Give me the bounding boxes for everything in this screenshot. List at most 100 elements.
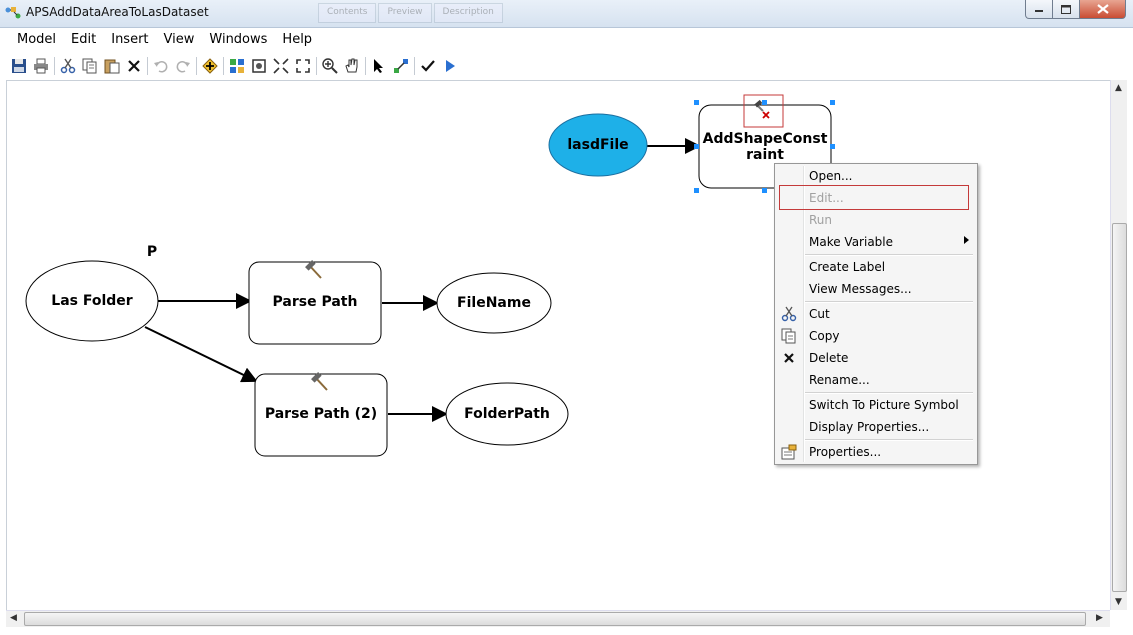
fixed-zoom-out-button[interactable] (292, 55, 314, 77)
menu-item-cut[interactable]: Cut (775, 303, 977, 325)
close-icon (1096, 4, 1109, 14)
copy-button[interactable] (79, 55, 101, 77)
connect-button[interactable] (390, 55, 412, 77)
auto-layout-button[interactable] (226, 55, 248, 77)
save-button[interactable] (8, 55, 30, 77)
menu-item-display-properties[interactable]: Display Properties... (775, 416, 977, 438)
addshape-label-line1[interactable]: AddShapeConst (699, 131, 831, 147)
pan-button[interactable] (341, 55, 363, 77)
menu-edit[interactable]: Edit (61, 29, 101, 51)
scroll-right-icon[interactable]: ▶ (1096, 613, 1103, 623)
menu-item-label: Switch To Picture Symbol (809, 398, 959, 412)
parse-path-label[interactable]: Parse Path (249, 287, 381, 317)
fixed-zoom-in-icon (273, 58, 289, 74)
menu-item-run: Run (775, 209, 977, 231)
toolbar-separator (196, 57, 197, 75)
title-bar[interactable]: APSAddDataAreaToLasDataset Contents Prev… (0, 0, 1133, 28)
save-icon (12, 59, 26, 73)
menu-item-delete[interactable]: Delete (775, 347, 977, 369)
menu-item-label: Display Properties... (809, 420, 930, 434)
menu-model[interactable]: Model (8, 29, 61, 51)
select-button[interactable] (368, 55, 390, 77)
context-menu: Open... Edit... Run Make Variable Create… (774, 163, 978, 465)
menu-item-create-label[interactable]: Create Label (775, 256, 977, 278)
delete-button[interactable] (123, 55, 145, 77)
print-icon (34, 58, 48, 74)
menu-item-copy[interactable]: Copy (775, 325, 977, 347)
toolbar-separator (414, 57, 415, 75)
horizontal-scroll-thumb[interactable] (24, 612, 1086, 626)
add-data-icon (202, 58, 218, 74)
model-builder-app-icon (5, 7, 21, 19)
vertical-scrollbar[interactable]: ▲ ▼ (1110, 80, 1127, 610)
properties-icon (781, 444, 797, 460)
vertical-scroll-thumb[interactable] (1112, 223, 1127, 592)
zoom-in-button[interactable] (319, 55, 341, 77)
menu-item-label: Edit... (809, 191, 844, 205)
copy-icon (82, 58, 97, 74)
redo-icon (176, 61, 190, 73)
menu-item-properties[interactable]: Properties... (775, 441, 977, 463)
folderpath-label[interactable]: FolderPath (446, 398, 568, 430)
menu-item-label: Rename... (809, 373, 870, 387)
copy-icon (781, 328, 796, 344)
full-extent-icon (252, 59, 266, 73)
fixed-zoom-in-button[interactable] (270, 55, 292, 77)
fixed-zoom-out-icon (296, 59, 310, 73)
full-extent-button[interactable] (248, 55, 270, 77)
select-icon (374, 59, 383, 73)
horizontal-scrollbar[interactable]: ◀ ▶ (6, 610, 1110, 627)
parse-path-2-label[interactable]: Parse Path (2) (255, 399, 387, 429)
ghost-tab: Contents (318, 3, 377, 23)
validate-button[interactable] (417, 55, 439, 77)
lasdfile-label[interactable]: lasdFile (549, 129, 647, 161)
menu-item-switch-picture-symbol[interactable]: Switch To Picture Symbol (775, 394, 977, 416)
menu-help[interactable]: Help (272, 29, 317, 51)
menu-item-label: Cut (809, 307, 830, 321)
run-icon (446, 60, 455, 72)
menu-item-make-variable[interactable]: Make Variable (775, 231, 977, 253)
submenu-arrow-icon (964, 236, 969, 244)
menu-item-label: Open... (809, 169, 853, 183)
menu-item-view-messages[interactable]: View Messages... (775, 278, 977, 300)
menu-bar: Model Edit Insert View Windows Help (8, 29, 317, 51)
toolbar-separator (223, 57, 224, 75)
toolbar-separator (147, 57, 148, 75)
minimize-button[interactable] (1025, 0, 1053, 19)
maximize-button[interactable] (1052, 0, 1080, 19)
menu-insert[interactable]: Insert (101, 29, 153, 51)
menu-item-label: Copy (809, 329, 840, 343)
toolbar-separator (365, 57, 366, 75)
print-button[interactable] (30, 55, 52, 77)
paste-button[interactable] (101, 55, 123, 77)
undo-button (150, 55, 172, 77)
undo-icon (154, 61, 168, 73)
las-folder-label[interactable]: Las Folder (26, 285, 158, 317)
menu-item-label: Make Variable (809, 235, 894, 249)
run-button[interactable] (439, 55, 461, 77)
model-builder-window: APSAddDataAreaToLasDataset Contents Prev… (0, 0, 1133, 635)
close-button[interactable] (1079, 0, 1126, 19)
auto-layout-icon (230, 59, 244, 73)
window-title: APSAddDataAreaToLasDataset (26, 5, 209, 19)
toolbar (8, 53, 1126, 79)
addshape-label-line2[interactable]: raint (699, 147, 831, 163)
menu-windows[interactable]: Windows (199, 29, 272, 51)
cut-button[interactable] (57, 55, 79, 77)
maximize-icon (1061, 4, 1071, 14)
parameter-marker: P (146, 244, 158, 260)
menu-item-label: Properties... (809, 445, 882, 459)
menu-item-label: View Messages... (809, 282, 912, 296)
filename-label[interactable]: FileName (437, 287, 551, 319)
scroll-down-icon[interactable]: ▼ (1115, 597, 1122, 607)
menu-view[interactable]: View (154, 29, 200, 51)
scroll-left-icon[interactable]: ◀ (10, 613, 17, 623)
menu-item-rename[interactable]: Rename... (775, 369, 977, 391)
scissors-icon (781, 306, 797, 322)
scroll-up-icon[interactable]: ▲ (1115, 83, 1122, 93)
menu-item-open[interactable]: Open... (775, 165, 977, 187)
background-window-tabs: Contents Preview Description (318, 3, 503, 23)
add-data-button[interactable] (199, 55, 221, 77)
connect-icon (394, 59, 408, 73)
menu-item-edit: Edit... (775, 187, 977, 209)
